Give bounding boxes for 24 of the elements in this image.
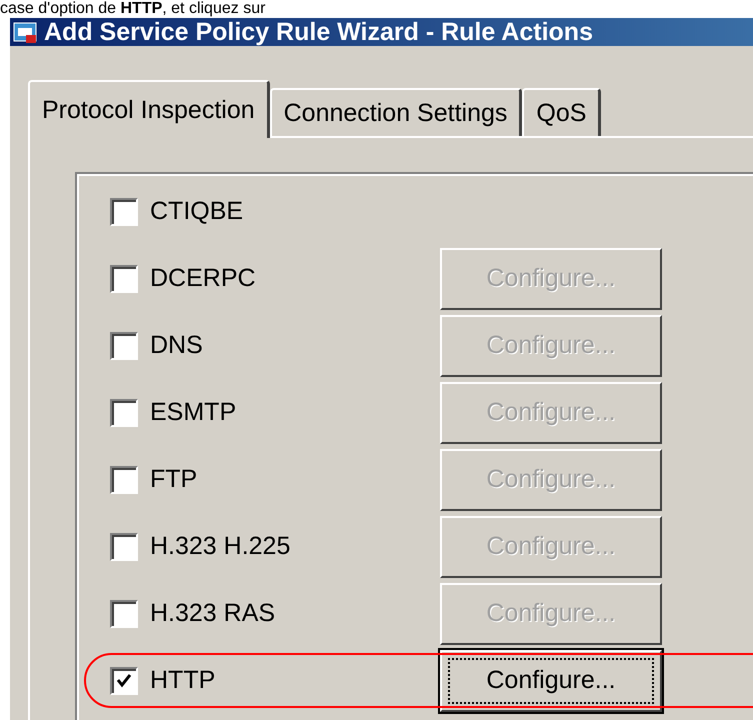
checkbox[interactable] [110, 532, 138, 560]
protocol-label: DNS [150, 331, 204, 360]
tab[interactable]: QoS [522, 88, 602, 136]
checkbox[interactable] [110, 398, 138, 426]
protocol-label: HTTP [150, 666, 216, 695]
app-icon [12, 20, 38, 44]
check-icon [115, 672, 133, 690]
checkbox[interactable] [110, 666, 138, 694]
configure-button[interactable]: Configure... [440, 650, 662, 712]
checkbox[interactable] [110, 332, 138, 360]
checkbox[interactable] [110, 600, 138, 628]
protocol-label: H.323 H.225 [150, 532, 292, 561]
checkbox[interactable] [110, 198, 138, 226]
caption-text: case d'option de HTTP, et cliquez sur [0, 0, 266, 18]
tab[interactable]: Connection Settings [270, 88, 522, 136]
tab[interactable]: Protocol Inspection [28, 80, 270, 138]
protocol-label: CTIQBE [150, 197, 244, 226]
protocol-label: FTP [150, 465, 198, 494]
protocol-label: ESMTP [150, 398, 238, 427]
protocol-label: H.323 RAS [150, 599, 276, 628]
checkbox[interactable] [110, 466, 138, 494]
protocol-label: DCERPC [150, 264, 257, 293]
checkbox[interactable] [110, 264, 138, 292]
window-title: Add Service Policy Rule Wizard - Rule Actions [44, 18, 593, 46]
